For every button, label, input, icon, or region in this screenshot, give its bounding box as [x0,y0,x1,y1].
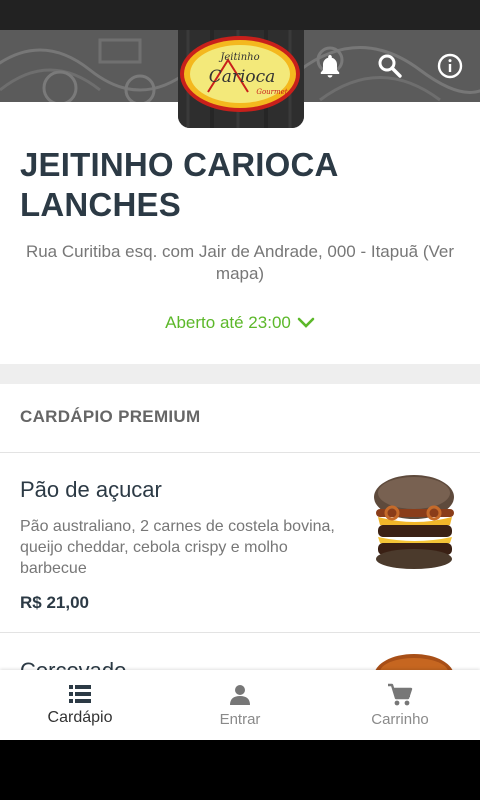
menu-section-title: CARDÁPIO PREMIUM [20,407,201,426]
system-navigation-bar [0,740,480,800]
status-bar [0,0,480,30]
svg-text:Carioca: Carioca [209,67,276,87]
nav-menu-tab[interactable]: Cardápio [0,670,160,740]
bottom-navigation: Cardápio Entrar Carrinho [0,670,480,740]
search-button[interactable] [360,48,420,84]
svg-text:Gourmet: Gourmet [256,88,287,96]
store-hours-toggle[interactable]: Aberto até 23:00 [0,313,480,333]
product-item[interactable]: Pão de açucar Pão australiano, 2 carnes … [0,453,480,633]
person-icon [230,684,250,705]
header-actions [300,48,480,84]
nav-login-label: Entrar [219,710,261,728]
store-name: JEITINHO CARIOCA LANCHES [20,146,338,223]
svg-text:Jeitinho: Jeitinho [218,52,259,63]
info-icon [437,53,463,79]
notifications-button[interactable] [300,48,360,84]
search-icon [378,54,402,78]
store-address-link[interactable]: Rua Curitiba esq. com Jair de Andrade, 0… [20,241,460,285]
product-description: Pão australiano, 2 carnes de costela bov… [20,518,335,577]
nav-cart-label: Carrinho [371,710,429,728]
cart-icon [388,683,413,705]
burger-image [374,475,454,569]
nav-cart-tab[interactable]: Carrinho [320,670,480,740]
chevron-down-icon [297,317,315,328]
product-name: Pão de açucar [20,477,162,502]
store-logo: Jeitinho Carioca Gourmet [178,30,304,128]
product-price: R$ 21,00 [20,593,89,612]
store-logo-image: Jeitinho Carioca Gourmet [178,30,304,128]
list-icon [69,685,91,703]
app-screen: Jeitinho Carioca Gourmet JEITINHO CARIOC… [0,30,480,740]
bell-icon [320,55,340,78]
info-button[interactable] [420,48,480,84]
section-divider [0,364,480,384]
store-hours-label: Aberto até 23:00 [165,313,291,332]
nav-login-tab[interactable]: Entrar [160,670,320,740]
nav-menu-label: Cardápio [47,709,113,726]
